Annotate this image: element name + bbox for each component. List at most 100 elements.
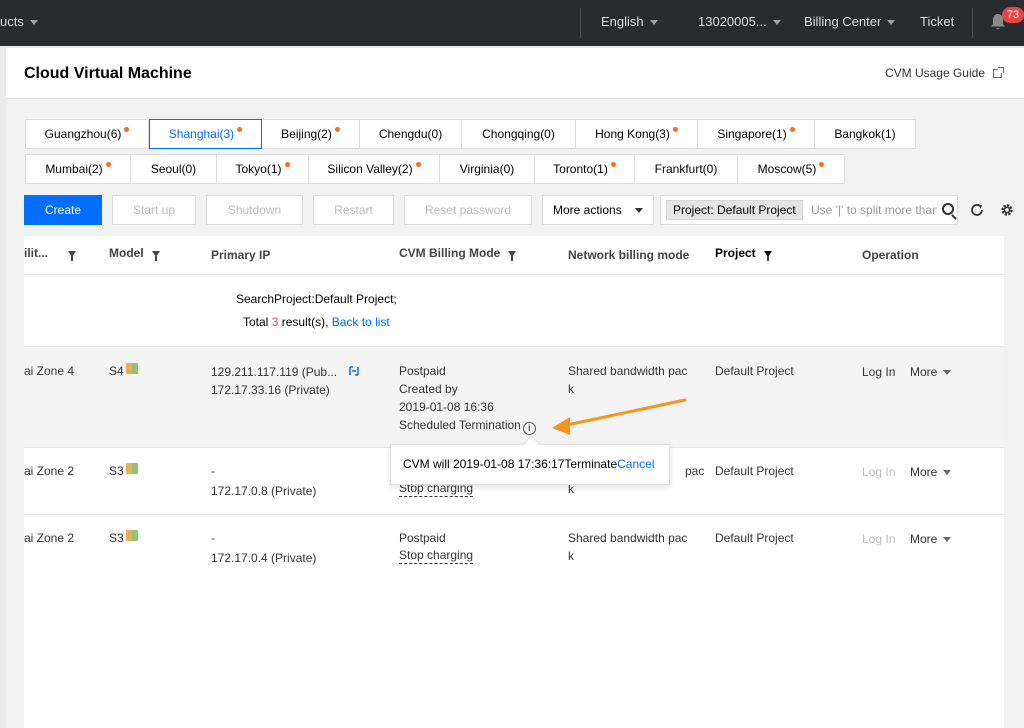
tab-region-seoul[interactable]: Seoul(0) [130,154,217,184]
more-label: More [910,532,938,546]
network-billing-cell-cont: k [568,549,574,563]
tab-label: Seoul(0) [150,162,197,176]
tab-region-chengdu[interactable]: Chengdu(0) [359,119,462,149]
nav-divider [972,8,973,38]
tab-label: Chengdu(0) [378,127,443,141]
account-menu[interactable]: 13020005... [698,0,781,46]
bind-eip-icon[interactable] [348,365,360,377]
column-header-zone[interactable]: ilit... [24,246,76,261]
cvm-usage-guide-link[interactable]: CVM Usage Guide [885,66,1004,80]
log-in-link[interactable]: Log In [862,363,895,381]
project-cell: Default Project [715,531,794,545]
tab-label: Bangkok(1) [834,127,896,141]
chevron-down-icon [635,208,643,213]
products-label: ucts [0,14,24,29]
more-dropdown[interactable]: More [910,530,952,548]
public-ip-cell: - [211,464,215,478]
more-label: More [910,365,938,379]
tooltip-text: CVM will 2019-01-08 17:36:17TerminateCan… [403,457,654,471]
start-up-button[interactable]: Start up [112,195,196,225]
scheduled-termination-label: Scheduled Termination [399,418,521,432]
result-count: 3 [271,315,279,329]
status-dot [334,127,340,132]
reset-password-button[interactable]: Reset password [404,195,532,225]
tab-region-mumbai[interactable]: Mumbai(2) [25,154,131,184]
top-navigation-bar: ucts English 13020005... Billing Center … [0,0,1024,46]
more-actions-label: More actions [553,203,622,217]
chevron-down-icon [943,370,952,376]
more-dropdown[interactable]: More [910,363,952,381]
tab-region-silicon-valley[interactable]: Silicon Valley(2) [308,154,440,184]
tab-region-beijing[interactable]: Beijing(2) [261,119,360,149]
tab-region-bangkok[interactable]: Bangkok(1) [814,119,916,149]
total-prefix: Total [243,315,269,329]
cancel-termination-link[interactable]: Cancel [617,457,654,471]
search-box[interactable]: Project: Default Project [660,195,958,225]
language-menu[interactable]: English [601,0,658,46]
tab-label: Frankfurt(0) [654,162,718,176]
filter-icon[interactable] [151,250,160,261]
gear-icon[interactable] [998,201,1016,219]
tab-label: Toronto(1) [553,162,608,176]
private-ip-cell: 172.17.0.4 (Private) [211,551,317,565]
status-dot [789,127,795,132]
products-menu[interactable]: ucts [0,0,38,46]
tab-label: Silicon Valley(2) [327,162,413,176]
chevron-down-icon [772,20,781,26]
filter-icon[interactable] [508,250,517,261]
create-button[interactable]: Create [24,195,102,225]
project-cell: Default Project [715,464,794,478]
created-date: 2019-01-08 16:36 [399,400,494,414]
status-dot [124,127,130,132]
tab-region-moscow[interactable]: Moscow(5) [737,154,845,184]
filter-icon[interactable] [68,250,76,261]
zone-cell: ai Zone 4 [24,364,75,378]
refresh-icon[interactable] [968,201,986,219]
stop-charging-link[interactable]: Stop charging [399,547,474,564]
tab-region-shanghai[interactable]: Shanghai(3) [149,119,262,149]
restart-button[interactable]: Restart [313,195,394,225]
log-in-link[interactable]: Log In [862,530,895,548]
status-dot [105,162,111,167]
network-billing-cell: pac [685,464,705,478]
tab-region-virginia[interactable]: Virginia(0) [439,154,535,184]
tab-region-hong-kong[interactable]: Hong Kong(3) [575,119,698,149]
model-cell: S4 [109,362,138,380]
model-label: S4 [109,364,124,378]
shutdown-button[interactable]: Shutdown [206,195,303,225]
tab-region-toronto[interactable]: Toronto(1) [534,154,635,184]
search-icon[interactable] [942,203,954,215]
more-dropdown[interactable]: More [910,463,952,481]
project-cell: Default Project [715,364,794,378]
tab-region-guangzhou[interactable]: Guangzhou(6) [25,119,149,149]
column-header-network-billing: Network billing mode [568,248,690,262]
tab-label: Singapore(1) [717,127,787,141]
tab-region-frankfurt[interactable]: Frankfurt(0) [634,154,738,184]
model-cell: S3 [109,529,138,547]
created-by-label: Created by [399,382,458,396]
tab-region-singapore[interactable]: Singapore(1) [697,119,815,149]
column-header-project[interactable]: Project [715,246,772,261]
billing-center-menu[interactable]: Billing Center [804,0,896,46]
more-actions-dropdown[interactable]: More actions [542,195,654,225]
chevron-down-icon [29,20,38,26]
page-title: Cloud Virtual Machine [24,65,192,82]
column-header-operation: Operation [862,248,919,262]
zone-cell: ai Zone 2 [24,464,75,478]
model-label: S3 [109,464,124,478]
back-to-list-link[interactable]: Back to list [332,315,390,329]
tab-label: Moscow(5) [757,162,817,176]
filter-icon[interactable] [763,250,772,261]
tab-region-tokyo[interactable]: Tokyo(1) [216,154,309,184]
filter-tag[interactable]: Project: Default Project [666,200,803,220]
column-header-billing-mode[interactable]: CVM Billing Mode [399,246,517,261]
search-input[interactable] [811,200,937,220]
tab-label: Chongqing(0) [482,127,555,141]
ticket-link[interactable]: Ticket [920,0,954,46]
column-header-model[interactable]: Model [109,246,160,261]
table-row: ai Zone 4 S4 129.211.117.119 (Pub... 172… [24,347,1004,447]
tab-region-chongqing[interactable]: Chongqing(0) [461,119,576,149]
tab-label: Shanghai(3) [168,127,235,141]
info-icon[interactable]: i [522,422,536,435]
log-in-link[interactable]: Log In [862,463,895,481]
